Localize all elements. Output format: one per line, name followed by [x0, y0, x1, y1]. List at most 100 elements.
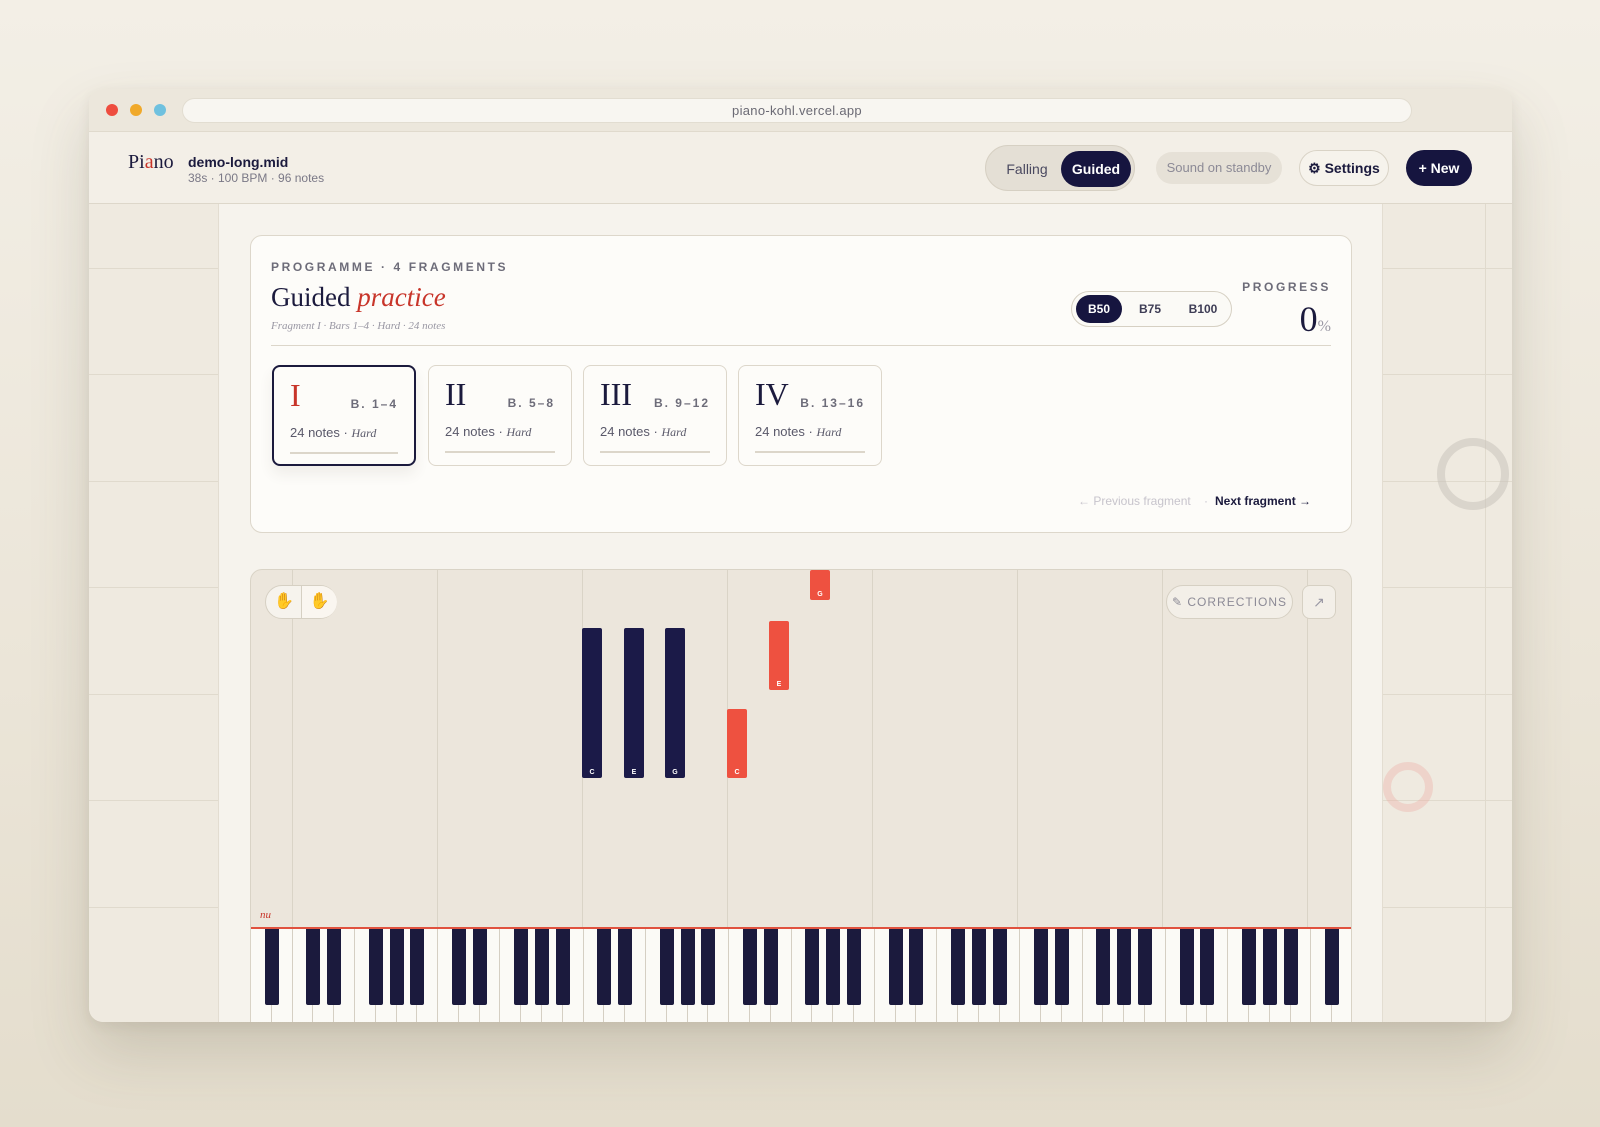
fragment-notes: 24 notes · Hard	[600, 424, 687, 439]
black-key[interactable]	[1179, 929, 1194, 1005]
black-key[interactable]	[1138, 929, 1153, 1005]
black-key[interactable]	[743, 929, 758, 1005]
note-block: E	[624, 628, 644, 778]
main-content: PROGRAMME · 4 FRAGMENTS Guided practice …	[218, 204, 1383, 1022]
previous-fragment-link[interactable]: ← Previous fragment	[1078, 494, 1191, 508]
black-key[interactable]	[1262, 929, 1277, 1005]
progress-value: 0%	[1299, 299, 1331, 339]
sound-status-badge[interactable]: Sound on standby	[1156, 152, 1282, 184]
right-hand-icon[interactable]: ✋	[301, 586, 337, 618]
black-key[interactable]	[846, 929, 861, 1005]
black-key[interactable]	[1117, 929, 1132, 1005]
black-key[interactable]	[327, 929, 342, 1005]
black-key[interactable]	[659, 929, 674, 1005]
black-key[interactable]	[306, 929, 321, 1005]
black-key[interactable]	[805, 929, 820, 1005]
browser-window: piano-kohl.vercel.app Piano demo-long.mi…	[89, 89, 1512, 1022]
piano-keyboard[interactable]	[251, 929, 1351, 1022]
note-block: G	[665, 628, 685, 778]
black-key[interactable]	[992, 929, 1007, 1005]
fragment-notes: 24 notes · Hard	[290, 425, 377, 440]
black-key[interactable]	[555, 929, 570, 1005]
fragment-progress-bar	[290, 452, 398, 454]
next-fragment-link[interactable]: Next fragment →	[1215, 494, 1311, 508]
black-key[interactable]	[389, 929, 404, 1005]
decorative-ring	[1437, 438, 1509, 510]
black-key[interactable]	[971, 929, 986, 1005]
black-key[interactable]	[472, 929, 487, 1005]
fragment-progress-bar	[755, 451, 865, 453]
hand-toggle: ✋ ✋	[265, 585, 337, 619]
fragment-numeral: II	[445, 376, 467, 412]
tempo-option-b75[interactable]: B75	[1127, 295, 1173, 323]
black-key[interactable]	[264, 929, 279, 1005]
black-key[interactable]	[701, 929, 716, 1005]
fragment-card-1[interactable]: I B. 1–4 24 notes · Hard	[272, 365, 416, 466]
app-header: Piano demo-long.mid 38s · 100 BPM · 96 n…	[89, 132, 1512, 204]
mode-falling-button[interactable]: Falling	[994, 151, 1060, 187]
black-key[interactable]	[1054, 929, 1069, 1005]
fragment-card-3[interactable]: III B. 9–12 24 notes · Hard	[583, 365, 727, 466]
black-key[interactable]	[1325, 929, 1340, 1005]
expand-icon[interactable]: ↗	[1302, 585, 1336, 619]
address-bar[interactable]: piano-kohl.vercel.app	[182, 98, 1412, 123]
note-block: C	[582, 628, 602, 778]
minimize-window-icon[interactable]	[130, 104, 142, 116]
file-name: demo-long.mid	[188, 154, 289, 170]
black-key[interactable]	[368, 929, 383, 1005]
app-logo[interactable]: Piano	[128, 151, 174, 174]
black-key[interactable]	[1034, 929, 1049, 1005]
fragment-bars: B. 13–16	[800, 396, 865, 410]
tempo-option-b50[interactable]: B50	[1076, 295, 1122, 323]
programme-card: PROGRAMME · 4 FRAGMENTS Guided practice …	[250, 235, 1352, 533]
corrections-button[interactable]: ✎ CORRECTIONS	[1166, 585, 1293, 619]
browser-titlebar: piano-kohl.vercel.app	[89, 89, 1512, 132]
black-key[interactable]	[410, 929, 425, 1005]
tempo-switch: B50 B75 B100	[1071, 291, 1232, 327]
maximize-window-icon[interactable]	[154, 104, 166, 116]
fragment-numeral: III	[600, 376, 632, 412]
hit-line-label: nu	[260, 909, 271, 921]
black-key[interactable]	[680, 929, 695, 1005]
black-key[interactable]	[1096, 929, 1111, 1005]
black-key[interactable]	[909, 929, 924, 1005]
fragment-numeral: IV	[755, 376, 789, 412]
progress-label: PROGRESS	[1242, 280, 1331, 294]
programme-label: PROGRAMME · 4 FRAGMENTS	[271, 260, 509, 274]
left-hand-icon[interactable]: ✋	[266, 586, 302, 618]
fragment-numeral: I	[290, 377, 301, 413]
close-window-icon[interactable]	[106, 104, 118, 116]
new-button[interactable]: + New	[1406, 150, 1472, 186]
black-key[interactable]	[888, 929, 903, 1005]
fragment-notes: 24 notes · Hard	[445, 424, 532, 439]
black-key[interactable]	[950, 929, 965, 1005]
file-meta: 38s · 100 BPM · 96 notes	[188, 171, 325, 185]
black-key[interactable]	[514, 929, 529, 1005]
black-key[interactable]	[1242, 929, 1257, 1005]
mode-guided-button[interactable]: Guided	[1061, 151, 1131, 187]
app-root: Piano demo-long.mid 38s · 100 BPM · 96 n…	[89, 132, 1512, 1022]
note-block: G	[810, 570, 830, 600]
tempo-option-b100[interactable]: B100	[1178, 295, 1228, 323]
mode-switch: Falling Guided	[985, 145, 1135, 191]
note-block: C	[727, 709, 747, 778]
fragment-progress-bar	[600, 451, 710, 453]
fragment-card-4[interactable]: IV B. 13–16 24 notes · Hard	[738, 365, 882, 466]
piano-roll: C E G C E G ✋ ✋ ✎ CORRECTIONS ↗ nu	[250, 569, 1352, 1022]
black-key[interactable]	[826, 929, 841, 1005]
fragment-card-2[interactable]: II B. 5–8 24 notes · Hard	[428, 365, 572, 466]
fragment-bars: B. 5–8	[507, 396, 555, 410]
settings-button[interactable]: ⚙ Settings	[1299, 150, 1389, 186]
black-key[interactable]	[451, 929, 466, 1005]
fragment-summary: Fragment I · Bars 1–4 · Hard · 24 notes	[271, 320, 446, 332]
black-key[interactable]	[597, 929, 612, 1005]
fragment-notes: 24 notes · Hard	[755, 424, 842, 439]
black-key[interactable]	[763, 929, 778, 1005]
note-block: E	[769, 621, 789, 690]
black-key[interactable]	[1283, 929, 1298, 1005]
fragment-progress-bar	[445, 451, 555, 453]
black-key[interactable]	[1200, 929, 1215, 1005]
black-key[interactable]	[535, 929, 550, 1005]
fragment-bars: B. 9–12	[653, 396, 710, 410]
black-key[interactable]	[618, 929, 633, 1005]
